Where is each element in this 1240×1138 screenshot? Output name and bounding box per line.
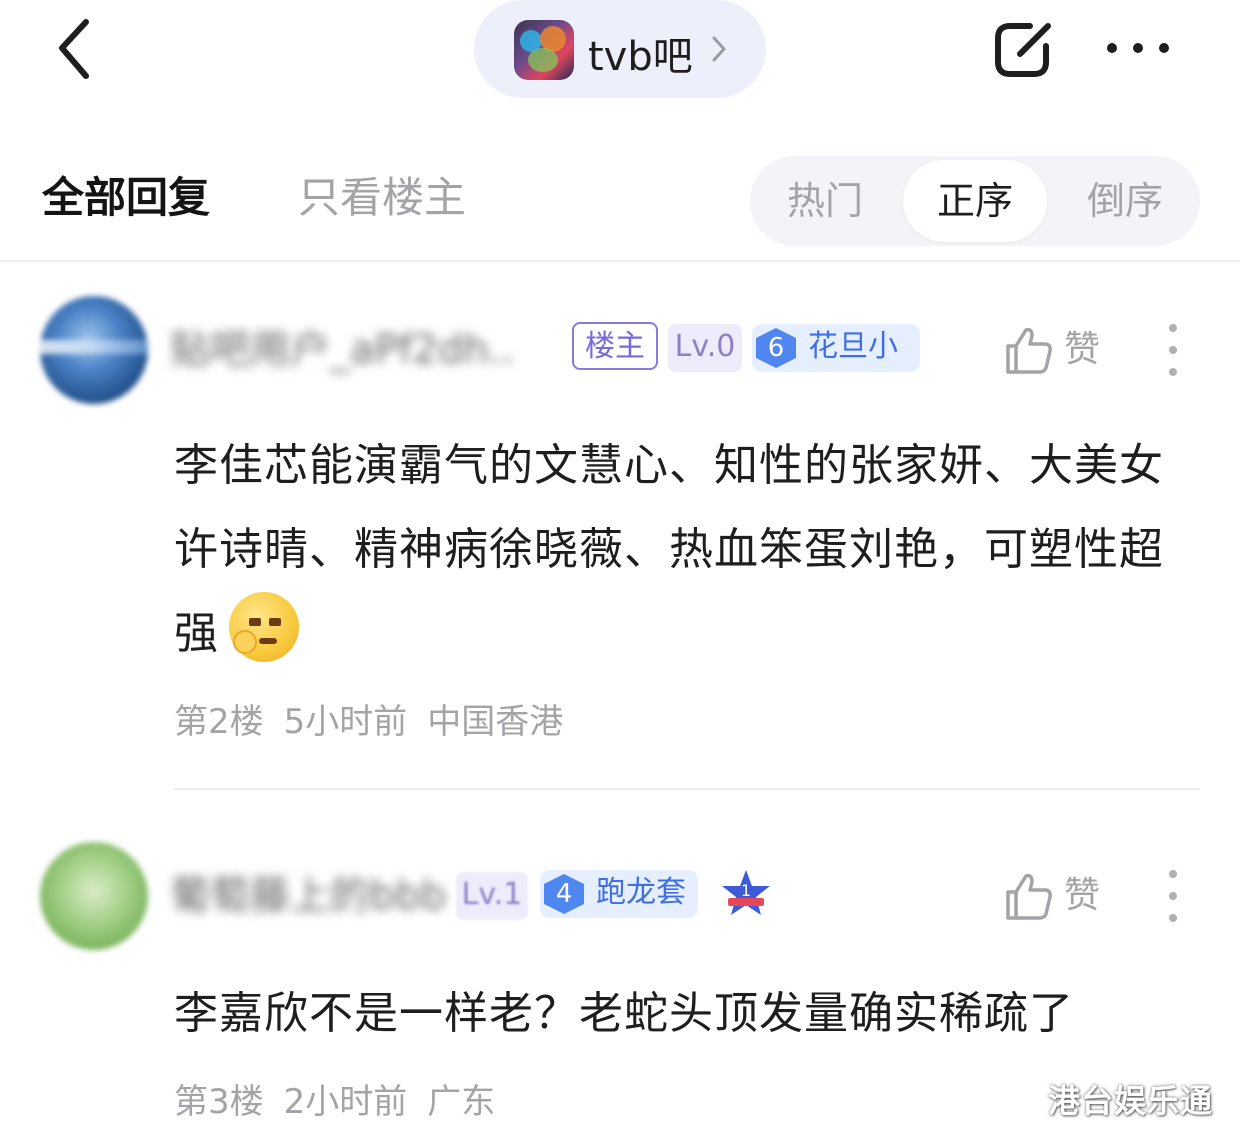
- like-button[interactable]: 赞: [1002, 868, 1112, 924]
- watermark: 港台娱乐通: [1048, 1082, 1214, 1120]
- forum-entry-pill[interactable]: tvb吧: [474, 0, 766, 98]
- share-button[interactable]: [990, 16, 1060, 84]
- comment-text: 李嘉欣不是一样老？老蛇头顶发量确实稀疏了: [174, 988, 1074, 1039]
- svg-text:1: 1: [741, 881, 751, 900]
- forum-logo: [514, 20, 574, 80]
- level-badge: Lv.1: [456, 872, 528, 920]
- fan-level-badge: 4 跑龙套: [540, 870, 698, 918]
- chevron-right-icon: [712, 36, 726, 62]
- level-badge: Lv.0: [668, 324, 742, 372]
- like-label: 赞: [1064, 875, 1101, 916]
- like-label: 赞: [1064, 329, 1101, 370]
- fan-title: 花旦小: [808, 329, 898, 364]
- divider: [0, 260, 1240, 262]
- sort-ascending[interactable]: 正序: [903, 160, 1047, 242]
- op-badge: 楼主: [572, 322, 658, 370]
- divider: [174, 788, 1200, 790]
- comment-meta: 第2楼 5小时前 中国香港: [174, 694, 583, 743]
- fan-level-number: 6: [756, 328, 796, 368]
- floor-number: 第3楼: [174, 1082, 264, 1122]
- ip-location: 中国香港: [427, 702, 564, 742]
- post-time: 5小时前: [283, 702, 408, 742]
- username[interactable]: 葡萄藤上的bbb: [170, 868, 450, 924]
- comment-meta: 第3楼 2小时前 广东: [174, 1074, 515, 1123]
- comment-more-button[interactable]: [1156, 864, 1190, 928]
- fan-level-badge: 6 花旦小: [752, 324, 920, 372]
- ip-location: 广东: [427, 1082, 496, 1122]
- sort-segmented-control: 热门 正序 倒序: [750, 156, 1200, 246]
- top-bar: tvb吧: [0, 0, 1240, 110]
- sort-hot[interactable]: 热门: [750, 156, 900, 246]
- fan-title: 跑龙套: [596, 875, 686, 910]
- comment-text: 李佳芯能演霸气的文慧心、知性的张家妍、大美女许诗晴、精神病徐晓薇、热血笨蛋刘艳，…: [174, 424, 1204, 676]
- tab-op-only[interactable]: 只看楼主: [298, 164, 466, 225]
- reply-tabs-row: 全部回复 只看楼主 热门 正序 倒序: [0, 150, 1240, 260]
- floor-number: 第2楼: [174, 702, 264, 742]
- back-button[interactable]: [48, 14, 108, 84]
- share-arrow-icon: [995, 23, 1051, 77]
- avatar[interactable]: [40, 842, 148, 950]
- thumbs-up-icon: [1006, 327, 1052, 374]
- comment-more-button[interactable]: [1156, 318, 1190, 382]
- more-button[interactable]: [1100, 30, 1180, 66]
- tab-all-replies[interactable]: 全部回复: [42, 164, 210, 225]
- forum-name: tvb吧: [588, 34, 693, 80]
- avatar[interactable]: [40, 296, 148, 404]
- username[interactable]: 贴吧用户_aPf2dh..: [170, 322, 560, 378]
- fan-level-number: 4: [544, 874, 584, 914]
- chevron-left-icon: [59, 19, 89, 79]
- rank-star-icon: 1: [722, 870, 770, 915]
- like-button[interactable]: 赞: [1002, 322, 1112, 378]
- post-time: 2小时前: [283, 1082, 408, 1122]
- sort-descending[interactable]: 倒序: [1050, 156, 1200, 246]
- more-dots-icon: [1107, 43, 1169, 53]
- thinking-face-emoji: [229, 592, 299, 662]
- thumbs-up-icon: [1006, 873, 1052, 920]
